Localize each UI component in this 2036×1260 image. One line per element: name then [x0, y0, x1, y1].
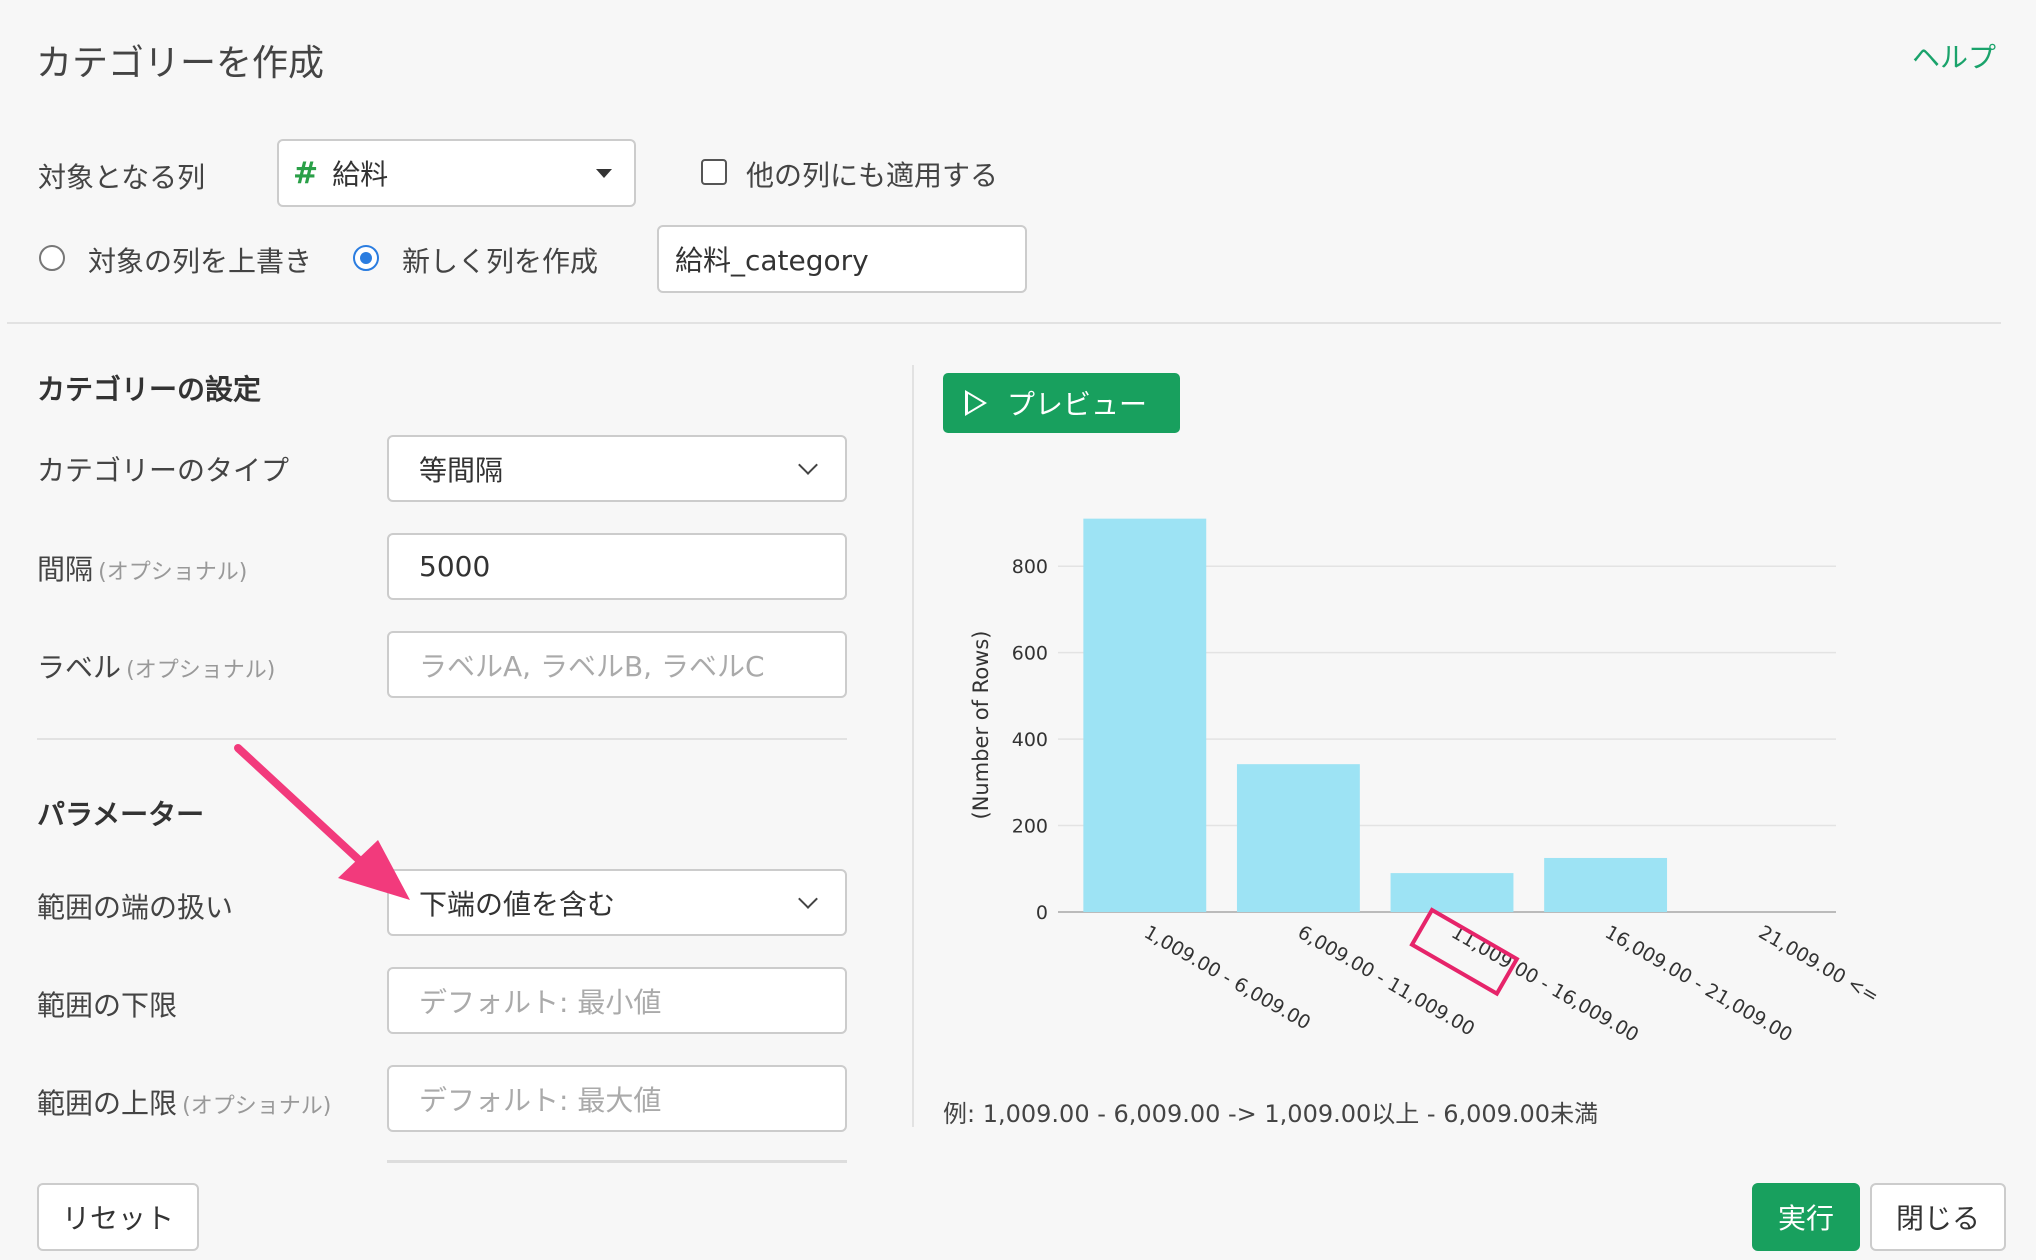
lower-bound-label-group: 範囲の下限 — [37, 984, 177, 1024]
labels-label-group: ラベル (オプショナル) — [37, 646, 275, 686]
labels-input[interactable]: ラベルA, ラベルB, ラベルC — [387, 631, 847, 698]
chart-bars — [1083, 518, 1668, 912]
bar[interactable] — [1236, 764, 1360, 912]
x-axis-ticks: 1,009.00 - 6,009.006,009.00 - 11,009.001… — [1140, 921, 1880, 1046]
overwrite-column-label: 対象の列を上書き — [88, 245, 313, 278]
run-button[interactable]: 実行 — [1752, 1183, 1860, 1251]
panel-divider — [912, 365, 914, 1127]
target-column-value: 給料 — [332, 158, 389, 191]
category-type-select[interactable]: 等間隔 — [387, 435, 847, 502]
optional-hint: (オプショナル) — [182, 1094, 332, 1119]
y-axis-label: (Number of Rows) — [969, 631, 993, 820]
y-tick-label: 400 — [1012, 729, 1048, 751]
category-type-value: 等間隔 — [419, 453, 504, 487]
chevron-down-icon — [798, 454, 818, 475]
y-tick-label: 800 — [1012, 556, 1048, 578]
header-divider — [7, 322, 2001, 324]
close-button[interactable]: 閉じる — [1870, 1183, 2006, 1251]
interval-label: 間隔 — [37, 553, 94, 586]
apply-other-columns-checkbox[interactable] — [701, 159, 727, 185]
example-text: 例: 1,009.00 - 6,009.00 -> 1,009.00以上 - 6… — [943, 1100, 1599, 1128]
next-field-edge — [387, 1160, 847, 1163]
edge-handling-label: 範囲の端の扱い — [37, 891, 234, 924]
upper-bound-label: 範囲の上限 — [37, 1087, 178, 1120]
y-tick-label: 0 — [1036, 902, 1048, 924]
target-column-label: 対象となる列 — [38, 161, 206, 194]
histogram-chart: 0 200 400 600 800 1,009.00 - 6,009.006,009.0… — [969, 518, 1880, 1047]
x-tick-label: 1,009.00 - 6,009.00 — [1140, 921, 1314, 1034]
bar[interactable] — [1544, 857, 1668, 912]
overwrite-column-radio[interactable] — [39, 245, 65, 271]
arrow-shaft — [234, 744, 374, 874]
edge-handling-value: 下端の値を含む — [419, 887, 616, 921]
highlight-box — [1409, 907, 1520, 997]
upper-bound-label-group: 範囲の上限 (オプショナル) — [37, 1082, 331, 1122]
new-column-radio[interactable] — [353, 245, 379, 271]
y-tick-label: 200 — [1012, 816, 1048, 838]
bar[interactable] — [1390, 873, 1514, 912]
edge-handling-select[interactable]: 下端の値を含む — [387, 869, 847, 936]
lower-bound-label: 範囲の下限 — [37, 989, 178, 1022]
x-tick-label: 21,009.00 <= — [1755, 921, 1880, 1007]
lower-bound-input[interactable]: デフォルト: 最小値 — [387, 967, 847, 1034]
bar[interactable] — [1083, 518, 1207, 912]
interval-input[interactable]: 5000 — [387, 533, 847, 600]
y-tick-label: 600 — [1012, 643, 1048, 665]
apply-other-columns-label: 他の列にも適用する — [746, 159, 999, 192]
help-link[interactable]: ヘルプ — [1912, 36, 1996, 76]
upper-bound-input[interactable]: デフォルト: 最大値 — [387, 1065, 847, 1132]
target-column-select[interactable]: # 給料 — [277, 139, 636, 207]
dialog-title: カテゴリーを作成 — [36, 43, 325, 84]
preview-button[interactable]: プレビュー — [943, 373, 1180, 433]
settings-divider — [37, 738, 847, 740]
new-column-name-input[interactable]: 給料_category — [657, 225, 1027, 293]
play-icon — [965, 390, 987, 416]
parameters-title: パラメーター — [37, 798, 205, 831]
y-axis-ticks: 0 200 400 600 800 — [1012, 556, 1048, 924]
chevron-down-icon — [798, 888, 818, 909]
new-column-label: 新しく列を作成 — [402, 245, 599, 278]
optional-hint: (オプショナル) — [98, 560, 248, 585]
labels-label: ラベル — [37, 651, 122, 684]
optional-hint: (オプショナル) — [126, 658, 276, 683]
category-settings-title: カテゴリーの設定 — [37, 373, 262, 406]
annotation-arrow — [234, 744, 410, 900]
preview-button-label: プレビュー — [1007, 388, 1148, 421]
caret-down-icon — [596, 168, 612, 178]
numeric-column-icon: # — [293, 155, 319, 191]
interval-label-group: 間隔 (オプショナル) — [37, 548, 247, 588]
category-type-label: カテゴリーのタイプ — [37, 454, 290, 487]
reset-button[interactable]: リセット — [37, 1183, 199, 1251]
